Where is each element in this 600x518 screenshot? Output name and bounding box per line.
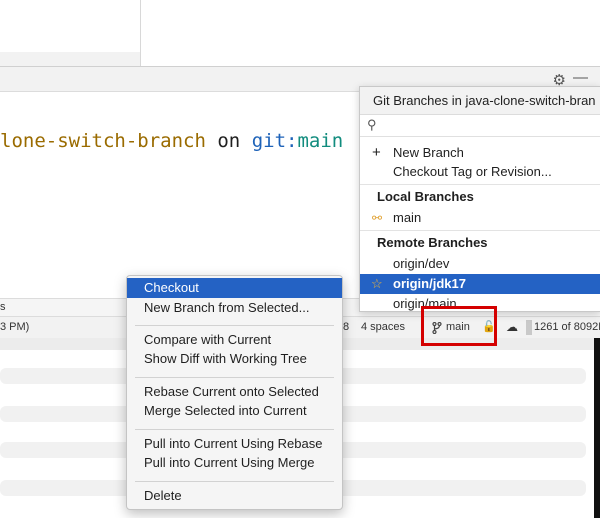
star-icon[interactable]: ☆ <box>371 274 383 294</box>
status-fragment: 8 <box>343 321 350 333</box>
plus-icon: + <box>372 144 381 161</box>
terminal-prompt: lone-switch-branch on git:main <box>0 130 343 152</box>
menu-separator <box>135 325 334 326</box>
local-branch-main[interactable]: ⚯ main <box>360 208 600 228</box>
checkout-tag-action[interactable]: Checkout Tag or Revision... <box>360 162 600 182</box>
popup-title: Git Branches in java-clone-switch-bran <box>360 87 600 115</box>
branch-search-input[interactable]: ⚲ <box>360 115 600 137</box>
new-branch-label: New Branch <box>393 145 464 160</box>
branch-label: origin/dev <box>393 256 450 271</box>
git-branches-popup: Git Branches in java-clone-switch-bran ⚲… <box>359 86 600 312</box>
prompt-on: on <box>217 130 241 152</box>
remote-branches-label: Remote Branches <box>377 235 488 250</box>
prompt-git: git: <box>251 130 298 152</box>
menu-separator <box>135 429 334 430</box>
top-left-scroll-strip <box>0 52 140 66</box>
editor-area <box>141 0 600 66</box>
popup-divider <box>360 230 600 231</box>
branch-label: origin/jdk17 <box>393 276 466 291</box>
new-branch-action[interactable]: + New Branch <box>360 143 600 163</box>
menu-item-compare-with-current[interactable]: Compare with Current <box>127 330 342 350</box>
popup-divider <box>360 184 600 185</box>
memory-indicator[interactable]: 1261 of 8092M <box>534 317 600 338</box>
menu-item-checkout[interactable]: Checkout <box>127 278 342 298</box>
local-branches-header: Local Branches <box>360 187 600 207</box>
menu-item-show-diff[interactable]: Show Diff with Working Tree <box>127 349 342 369</box>
menu-item-rebase[interactable]: Rebase Current onto Selected <box>127 382 342 402</box>
menu-separator <box>135 481 334 482</box>
remote-branch-dev[interactable]: origin/dev <box>360 254 600 274</box>
tag-icon: ⚯ <box>372 211 383 225</box>
cloud-icon[interactable]: ☁ <box>506 317 518 338</box>
branch-context-menu: Checkout New Branch from Selected... Com… <box>126 275 343 510</box>
menu-item-new-branch-from-selected[interactable]: New Branch from Selected... <box>127 298 342 318</box>
search-icon: ⚲ <box>367 117 377 132</box>
menu-separator <box>135 377 334 378</box>
minimize-icon[interactable]: — <box>573 69 588 86</box>
remote-branches-header: Remote Branches <box>360 233 600 253</box>
menu-item-pull-rebase[interactable]: Pull into Current Using Rebase <box>127 434 342 454</box>
prompt-branch: main <box>297 130 344 152</box>
status-time: 3 PM) <box>0 321 30 333</box>
menu-item-merge[interactable]: Merge Selected into Current <box>127 401 342 421</box>
remote-branch-jdk17[interactable]: ☆ origin/jdk17 <box>360 274 600 294</box>
window-edge <box>594 338 600 518</box>
indent-widget[interactable]: 4 spaces <box>361 317 405 338</box>
tool-tab-label[interactable]: s <box>0 301 6 313</box>
branch-label: main <box>393 210 422 225</box>
checkout-tag-label: Checkout Tag or Revision... <box>393 164 552 179</box>
menu-item-pull-merge[interactable]: Pull into Current Using Merge <box>127 453 342 473</box>
prompt-directory: lone-switch-branch <box>0 130 206 152</box>
menu-item-delete[interactable]: Delete <box>127 486 342 506</box>
status-separator <box>526 320 532 335</box>
highlight-box <box>421 306 497 346</box>
local-branches-label: Local Branches <box>377 189 474 204</box>
